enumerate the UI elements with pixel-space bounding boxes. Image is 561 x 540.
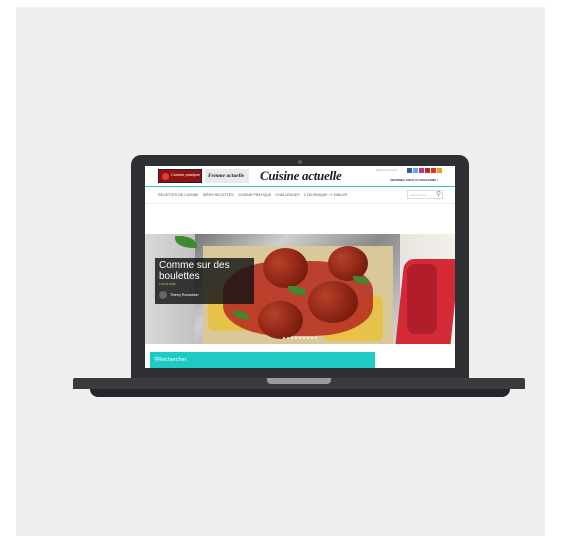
- search-bar-label: ⚲Rechercher: [154, 357, 187, 363]
- nav-divider: [145, 203, 455, 204]
- logo-cuisine-pratique-text: Cuisine pratique: [171, 172, 200, 177]
- nav-item-recettes[interactable]: RECETTES DE CUISINE: [158, 193, 199, 197]
- search-placeholder: Rechercher: [411, 193, 427, 197]
- youtube-icon[interactable]: [431, 168, 436, 173]
- slider-dot[interactable]: [291, 337, 293, 339]
- basil-leaf: [175, 236, 197, 248]
- laptop-base-bottom: [90, 389, 510, 397]
- search-icon[interactable]: ⚲: [436, 191, 441, 199]
- laptop-screen: Cuisine pratique Femme actuelle Cuisine …: [145, 166, 455, 368]
- slider-dot[interactable]: [315, 337, 317, 339]
- search-input[interactable]: Rechercher ⚲: [407, 190, 443, 199]
- instagram-icon[interactable]: [419, 168, 424, 173]
- meatball-shape: [263, 248, 308, 288]
- twitter-icon[interactable]: [413, 168, 418, 173]
- rss-icon[interactable]: [437, 168, 442, 173]
- nav-item-idees[interactable]: IDÉES RECETTES: [203, 193, 234, 197]
- slider-dot[interactable]: [299, 337, 301, 339]
- hero-slider[interactable]: Comme sur des boulettes Lire la suite Th…: [145, 234, 455, 344]
- search-bar-text: Rechercher: [158, 357, 187, 363]
- slider-dots: [283, 337, 317, 339]
- napkin-fold: [407, 264, 437, 334]
- logo-cuisine-pratique[interactable]: Cuisine pratique: [158, 169, 202, 183]
- slider-dot[interactable]: [311, 337, 313, 339]
- hero-author[interactable]: Thierry Rousselon: [170, 293, 198, 297]
- avatar: [159, 291, 167, 299]
- follow-label: Retrouvez-nous sur: [376, 169, 398, 172]
- slider-dot[interactable]: [283, 337, 285, 339]
- hero-title[interactable]: Comme sur des boulettes: [159, 260, 251, 282]
- slider-dot[interactable]: [287, 337, 289, 339]
- facebook-icon[interactable]: [407, 168, 412, 173]
- hero-caption[interactable]: Comme sur des boulettes Lire la suite Th…: [155, 258, 254, 304]
- meatball-shape: [308, 281, 358, 323]
- nav-item-pratique[interactable]: CUISINE PRATIQUE: [238, 193, 272, 197]
- logo-femme-actuelle-text: Femme actuelle: [208, 173, 245, 179]
- laptop-lid: Cuisine pratique Femme actuelle Cuisine …: [131, 155, 469, 378]
- logo-femme-actuelle[interactable]: Femme actuelle: [205, 169, 249, 183]
- header-divider: [145, 186, 455, 187]
- newsletter-link[interactable]: ABONNEZ-VOUS AU MAGAZINE !: [390, 178, 438, 182]
- hero-read-more[interactable]: Lire la suite: [159, 282, 176, 286]
- pinterest-icon[interactable]: [425, 168, 430, 173]
- laptop-notch: [267, 378, 331, 384]
- slider-dot[interactable]: [295, 337, 297, 339]
- logo-cuisine-actuelle[interactable]: Cuisine actuelle: [260, 168, 342, 184]
- search-bar[interactable]: ⚲Rechercher: [150, 352, 375, 368]
- webcam-icon: [298, 160, 302, 164]
- nav-item-challenges[interactable]: CHALLENGES: [275, 193, 299, 197]
- meatball-shape: [258, 301, 303, 339]
- slider-dot[interactable]: [307, 337, 309, 339]
- social-links: [407, 168, 442, 173]
- logo-disc-icon: [162, 173, 169, 180]
- nav-item-technique[interactable]: 1 TECHNIQUE / 1 MINUTE: [304, 193, 348, 197]
- main-nav: RECETTES DE CUISINE IDÉES RECETTES CUISI…: [158, 193, 347, 197]
- slider-dot[interactable]: [303, 337, 305, 339]
